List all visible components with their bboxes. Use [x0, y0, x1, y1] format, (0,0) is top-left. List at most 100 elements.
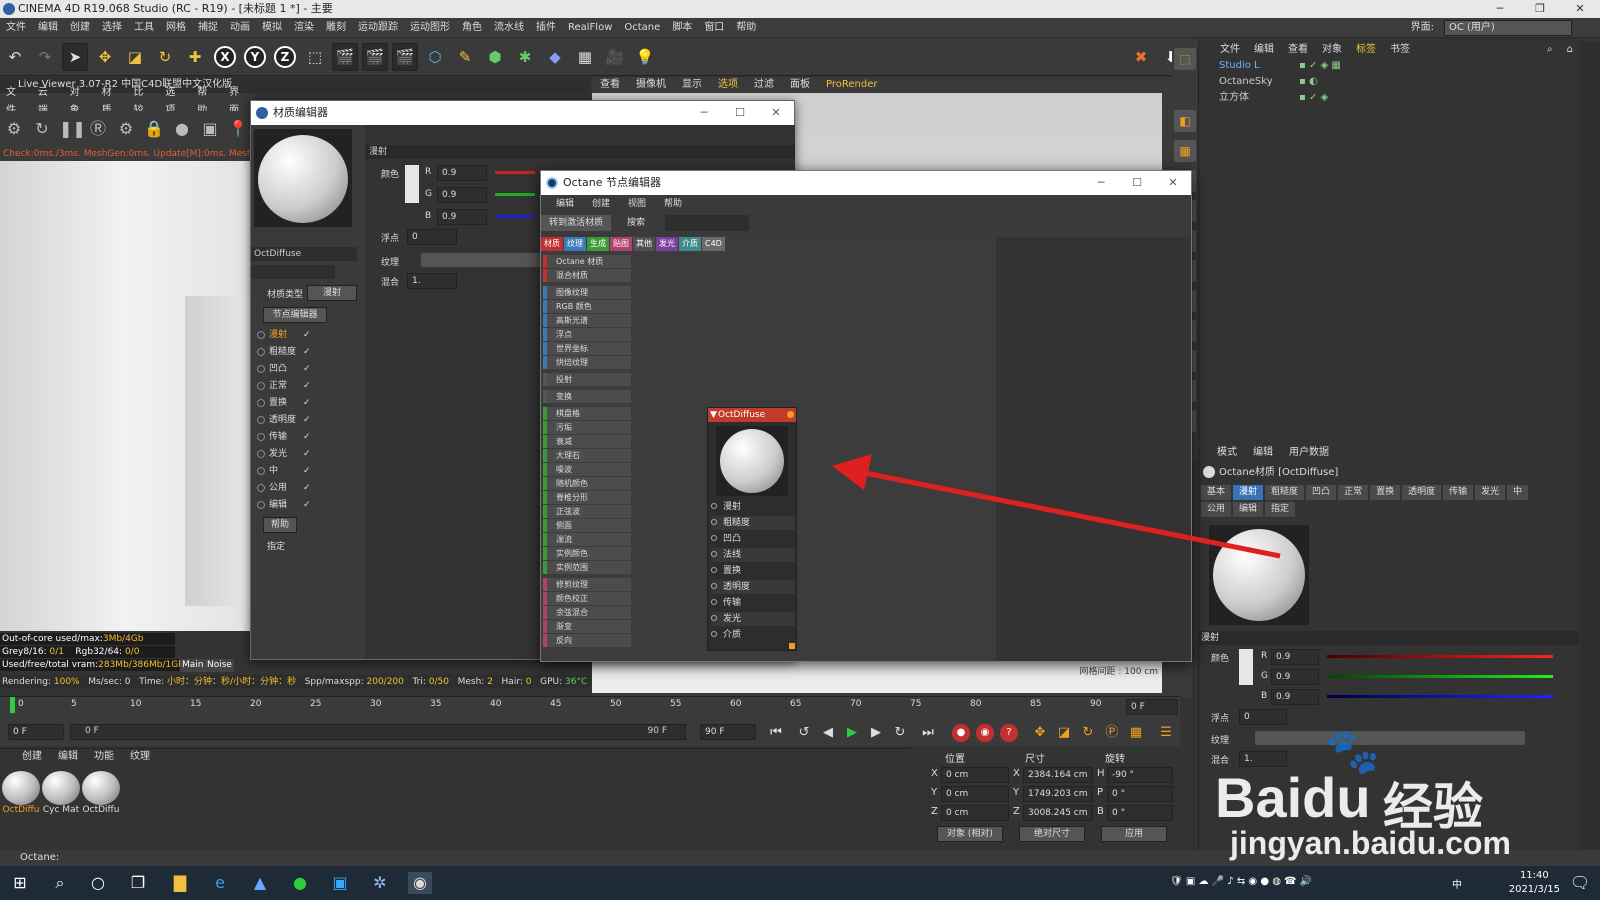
am-menu-item[interactable]: 模式: [1209, 445, 1245, 461]
redo-icon[interactable]: ↷: [32, 43, 58, 71]
play-icon[interactable]: ▶: [842, 723, 862, 743]
attr-tab[interactable]: 传输: [1443, 485, 1474, 500]
collapse-icon[interactable]: ▼: [710, 408, 717, 422]
material-type-select[interactable]: 漫射: [307, 285, 357, 301]
viewport-menu-item[interactable]: 摄像机: [628, 77, 674, 93]
am-menu-item[interactable]: 编辑: [1245, 445, 1281, 461]
menu-item[interactable]: 角色: [456, 18, 488, 38]
category-tab[interactable]: 生成: [587, 237, 609, 251]
channel-roughness[interactable]: 粗糙度 ✓: [257, 344, 327, 360]
key-pla-icon[interactable]: ▦: [1126, 723, 1146, 743]
ui-layout-select[interactable]: OC (用户): [1444, 20, 1572, 36]
maximize-icon[interactable]: ☐: [1119, 171, 1155, 195]
category-tab[interactable]: C4D: [702, 237, 725, 251]
menu-item[interactable]: 渲染: [288, 18, 320, 38]
g-value-field[interactable]: 0.9: [437, 187, 487, 203]
task-view-icon[interactable]: ❐: [126, 872, 150, 894]
menu-item[interactable]: 工具: [128, 18, 160, 38]
material-thumb[interactable]: OctDiffu: [2, 771, 40, 819]
object-mode-icon[interactable]: ◧: [1174, 110, 1196, 132]
channel-common[interactable]: 公用 ✓: [257, 480, 327, 496]
ime-indicator[interactable]: 中: [1452, 876, 1462, 891]
material-name[interactable]: OctDiffuse: [251, 247, 357, 261]
render-settings-icon[interactable]: 🎬: [392, 42, 418, 71]
frame-range-slider[interactable]: 0 F 90 F: [70, 724, 686, 740]
resize-handle-icon[interactable]: [789, 643, 795, 649]
timeline[interactable]: 0 5 10 15 20 25 30 35 40 45 50 55 60 65 …: [0, 696, 1180, 720]
move-tool-icon[interactable]: ✥: [92, 43, 118, 71]
mm-menu-item[interactable]: 纹理: [122, 749, 158, 765]
menu-item[interactable]: 选择: [96, 18, 128, 38]
viewport-menu-item[interactable]: 选项: [710, 77, 746, 93]
menu-item[interactable]: 流水线: [488, 18, 530, 38]
cinema4d-icon[interactable]: ✲: [368, 872, 392, 894]
ne-menu-item[interactable]: 编辑: [547, 195, 583, 213]
node-palette-item[interactable]: 污垢: [543, 421, 631, 434]
end-frame-field[interactable]: 90 F: [700, 724, 756, 740]
attr-tab[interactable]: 公用: [1201, 502, 1232, 517]
subdivision-icon[interactable]: ⬢: [482, 43, 508, 71]
channel-displacement[interactable]: 置换 ✓: [257, 395, 327, 411]
main-tag[interactable]: Main: [180, 659, 206, 672]
texture-slot[interactable]: [421, 253, 541, 267]
tray-icons[interactable]: 🛡 ▣ ☁ 🎤 ♪ ⇆ ◉ ● ◍ ☎ 🔊: [1170, 876, 1312, 887]
coord-mode-select[interactable]: 对象 (相对): [937, 826, 1003, 842]
go-to-start-icon[interactable]: ⏮: [766, 723, 786, 743]
node-palette-item[interactable]: 变换: [543, 390, 631, 403]
playhead[interactable]: [10, 697, 15, 713]
visibility-icon[interactable]: ▪ ✓ ◈: [1299, 90, 1328, 106]
attr-tab[interactable]: 基本: [1201, 485, 1232, 500]
node-palette-item[interactable]: 衰减: [543, 435, 631, 448]
rot-b-field[interactable]: 0 °: [1107, 805, 1173, 821]
array-icon[interactable]: ✱: [512, 43, 538, 71]
channel-opacity[interactable]: 透明度 ✓: [257, 412, 327, 428]
camera-icon[interactable]: 🎥: [602, 43, 628, 71]
restore-icon[interactable]: ❐: [1520, 0, 1560, 18]
menu-item[interactable]: 网格: [160, 18, 192, 38]
attr-tab[interactable]: 指定: [1265, 502, 1296, 517]
close-icon[interactable]: ✕: [1155, 171, 1191, 195]
menu-item[interactable]: 创建: [64, 18, 96, 38]
node-palette-item[interactable]: 图像纹理: [543, 286, 631, 299]
size-y-field[interactable]: 1749.203 cm: [1023, 786, 1093, 802]
menu-item[interactable]: 雕刻: [320, 18, 352, 38]
menu-item[interactable]: 运动图形: [404, 18, 456, 38]
category-tab[interactable]: 材质: [541, 237, 563, 251]
search-input[interactable]: [665, 215, 749, 231]
am-menu-item[interactable]: 用户数据: [1281, 445, 1337, 461]
app-icon[interactable]: ▲: [248, 872, 272, 894]
menu-item[interactable]: 帮助: [730, 18, 762, 38]
node-palette-item[interactable]: 实例颜色: [543, 547, 631, 560]
visibility-icon[interactable]: ▪ ◐: [1299, 74, 1318, 90]
g-value-field[interactable]: 0.9: [1271, 669, 1319, 685]
ne-menu-item[interactable]: 视图: [619, 195, 655, 213]
size-z-field[interactable]: 3008.245 cm: [1023, 805, 1093, 821]
node-canvas[interactable]: 材质 纹理 生成 贴图 其他 发光 介质 C4D Octane 材质 混合材质 图像…: [541, 237, 996, 661]
node-palette-item[interactable]: 余弦混合: [543, 606, 631, 619]
live-selection-icon[interactable]: ✚: [182, 43, 208, 71]
file-explorer-icon[interactable]: ▇: [168, 872, 192, 894]
ne-menu-item[interactable]: 创建: [583, 195, 619, 213]
y-axis-lock[interactable]: Y: [242, 43, 268, 71]
node-palette-item[interactable]: 烘焙纹理: [543, 356, 631, 369]
app-icon[interactable]: ▣: [328, 872, 352, 894]
node-palette-item[interactable]: 棋盘格: [543, 407, 631, 420]
b-slider[interactable]: [1327, 695, 1553, 698]
key-scale-icon[interactable]: ◪: [1054, 723, 1074, 743]
undo-icon[interactable]: ↶: [2, 43, 28, 71]
om-menu-item[interactable]: 书签: [1383, 42, 1417, 58]
category-tab[interactable]: 其他: [633, 237, 655, 251]
select-tool-icon[interactable]: ➤: [62, 42, 88, 71]
node-palette-item[interactable]: 侧面: [543, 519, 631, 532]
rot-h-field[interactable]: -90 °: [1107, 767, 1173, 783]
texture-mode-icon[interactable]: ▦: [1174, 140, 1196, 162]
b-value-field[interactable]: 0.9: [437, 209, 487, 225]
node-palette-item[interactable]: 混合材质: [543, 269, 631, 282]
loop-forward-icon[interactable]: ↻: [890, 723, 910, 743]
octane-icon[interactable]: ✖: [1128, 43, 1154, 71]
octdiffuse-node[interactable]: ▼ OctDiffuse 漫射 粗糙度 凹凸 法线 置换 透明度 传输 发光 介质: [707, 407, 797, 651]
node-palette-item[interactable]: 浮点: [543, 328, 631, 341]
pos-y-field[interactable]: 0 cm: [941, 786, 1009, 802]
loop-back-icon[interactable]: ↺: [794, 723, 814, 743]
channel-editor[interactable]: 编辑 ✓: [257, 497, 327, 513]
